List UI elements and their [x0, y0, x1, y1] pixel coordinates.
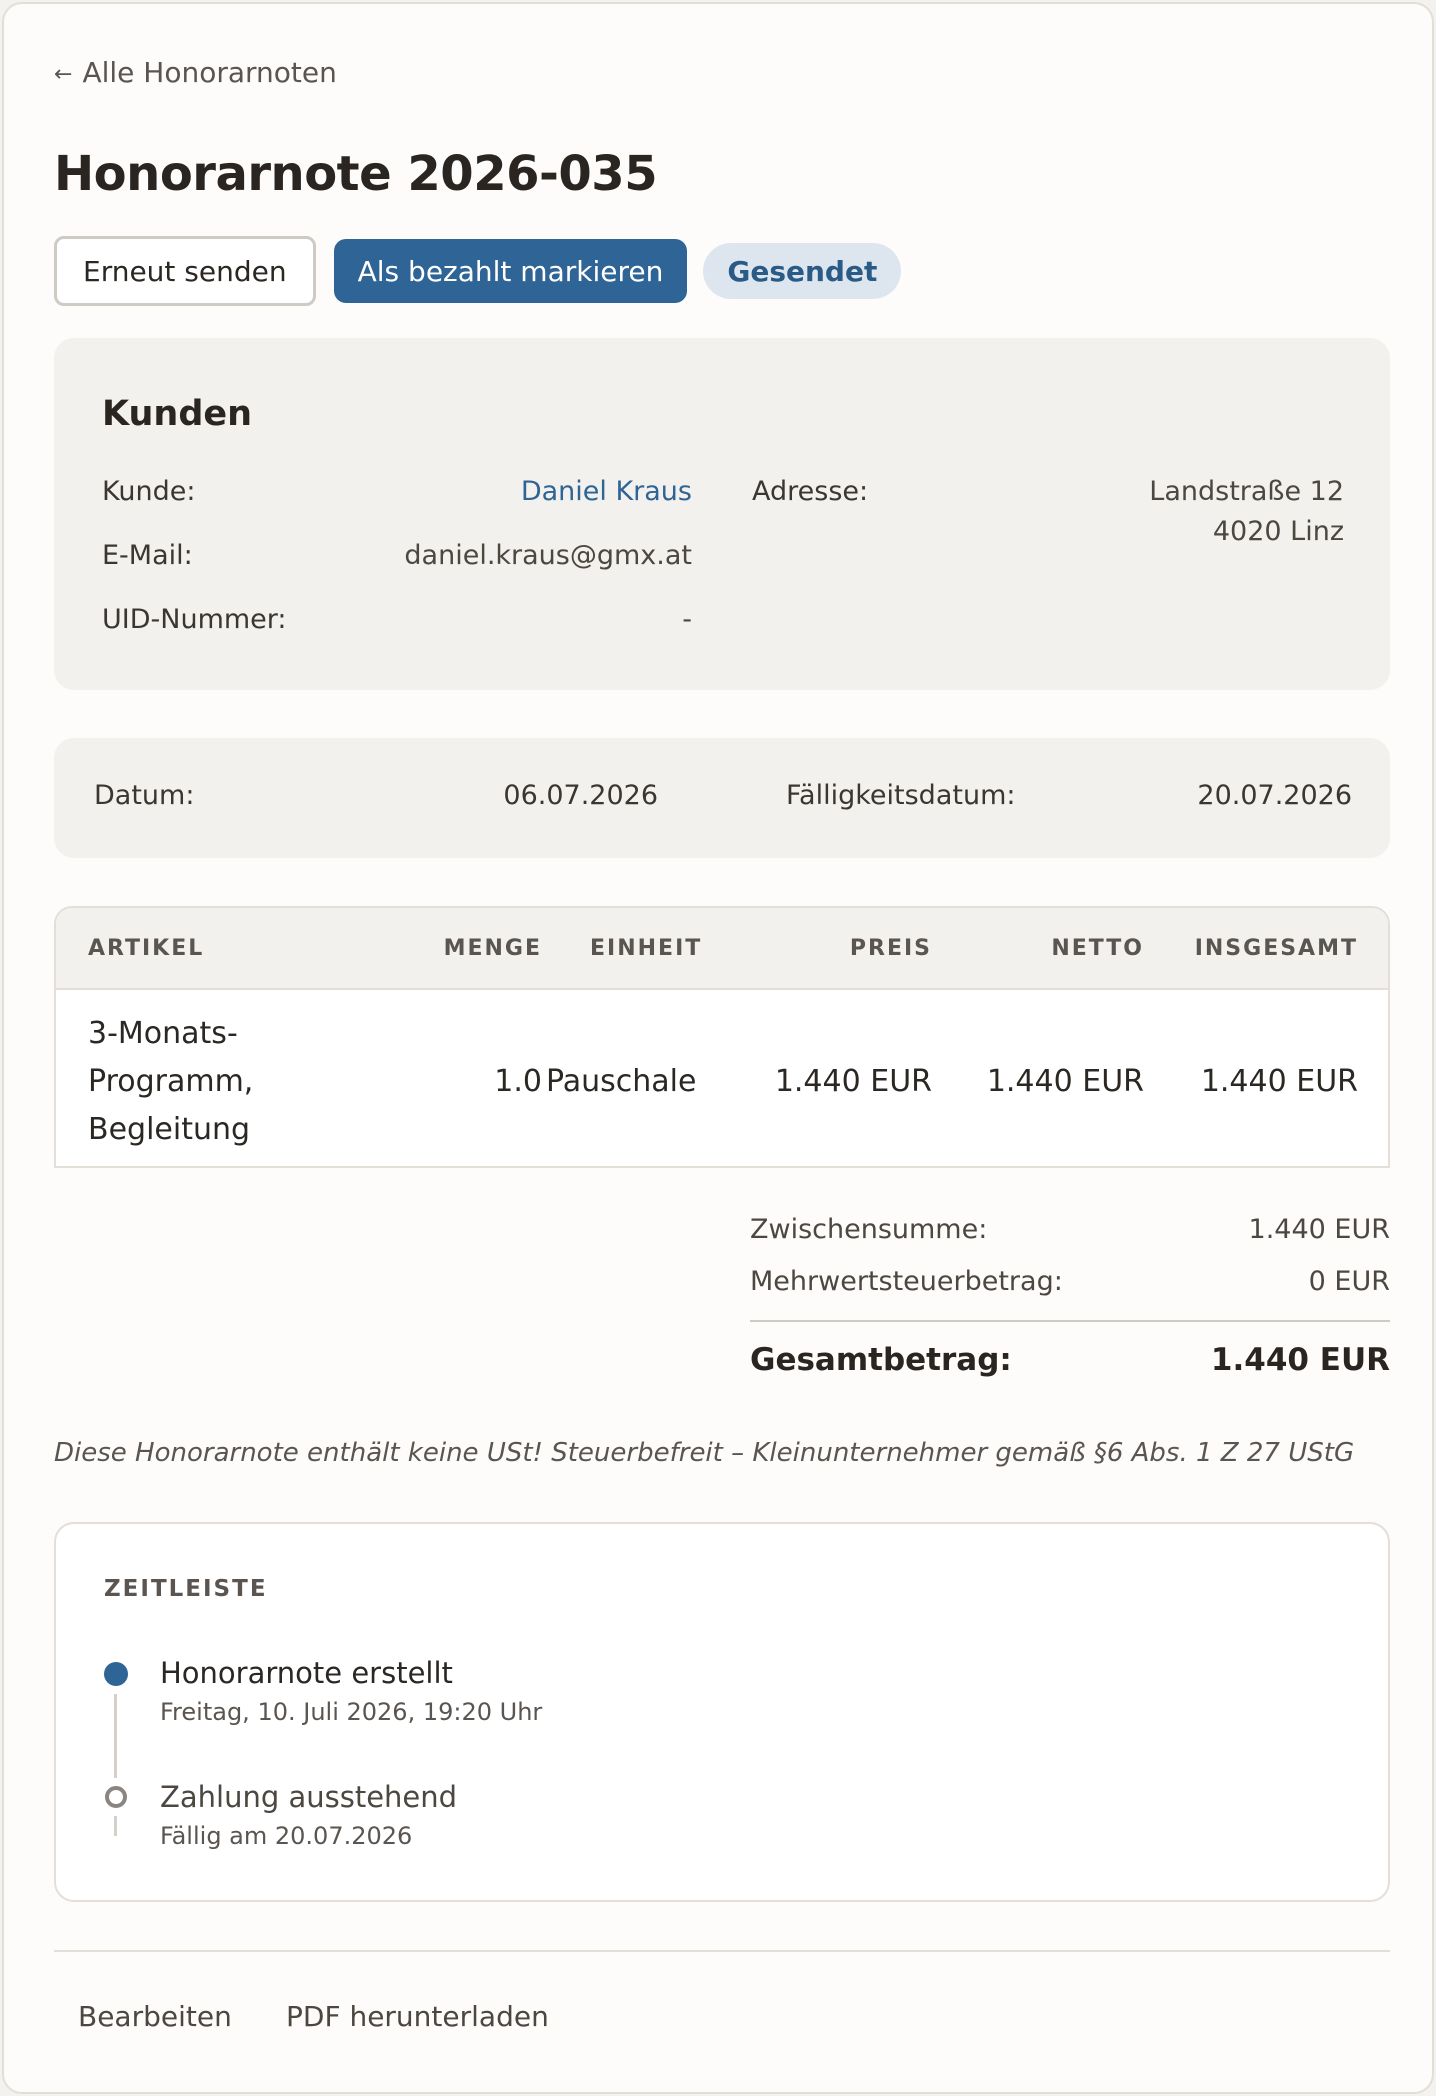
arrow-left-icon: ←: [54, 62, 73, 87]
grand-total-row: Gesamtbetrag: 1.440 EUR: [750, 1342, 1390, 1378]
tax-exemption-note: Diese Honorarnote enthält keine USt! Ste…: [54, 1438, 1355, 1468]
cell-total: 1.440 EUR: [1200, 1064, 1358, 1099]
timeline-dot-done-icon: [104, 1662, 128, 1686]
timeline-event-subtitle: Freitag, 10. Juli 2026, 19:20 Uhr: [160, 1698, 543, 1726]
back-link[interactable]: ← Alle Honorarnoten: [54, 56, 337, 89]
timeline-heading: ZEITLEISTE: [104, 1576, 268, 1602]
resend-button[interactable]: Erneut senden: [54, 236, 316, 306]
status-badge: Gesendet: [703, 243, 902, 299]
mark-paid-button[interactable]: Als bezahlt markieren: [333, 239, 688, 303]
timeline-event-title: Honorarnote erstellt: [160, 1656, 453, 1690]
footer-divider: [54, 1950, 1390, 1952]
cell-unit: Pauschale: [546, 1064, 697, 1099]
customer-address-line1: Landstraße 12: [1149, 476, 1344, 507]
subtotal-row: Zwischensumme: 1.440 EUR: [750, 1214, 1390, 1245]
cell-net: 1.440 EUR: [986, 1064, 1144, 1099]
customer-panel: Kunden Kunde: Daniel Kraus E-Mail: danie…: [54, 338, 1390, 690]
grand-total-label: Gesamtbetrag:: [750, 1342, 1012, 1378]
article-line-1: 3-Monats-: [88, 1016, 238, 1051]
timeline-event-subtitle: Fällig am 20.07.2026: [160, 1822, 413, 1850]
date-label: Datum:: [94, 780, 195, 811]
timeline-connector: [114, 1694, 117, 1778]
timeline-connector: [114, 1816, 117, 1836]
article-line-3: Begleitung: [88, 1112, 251, 1147]
subtotal-value: 1.440 EUR: [1248, 1214, 1390, 1245]
customer-email-value: daniel.kraus@gmx.at: [404, 540, 692, 571]
totals-divider: [750, 1320, 1390, 1322]
customer-heading: Kunden: [102, 394, 253, 434]
column-header-unit: EINHEIT: [590, 936, 703, 961]
customer-uid-label: UID-Nummer:: [102, 604, 287, 635]
column-header-price: PREIS: [849, 936, 932, 961]
line-items-table: ARTIKEL MENGE EINHEIT PREIS NETTO INSGES…: [54, 906, 1390, 1168]
customer-name-link[interactable]: Daniel Kraus: [521, 476, 692, 507]
invoice-card: ← Alle Honorarnoten Honorarnote 2026-035…: [2, 2, 1434, 2094]
pdf-download-link[interactable]: PDF herunterladen: [286, 2000, 549, 2033]
column-header-article: ARTIKEL: [88, 936, 205, 961]
due-date-label: Fälligkeitsdatum:: [786, 780, 1016, 811]
customer-email-label: E-Mail:: [102, 540, 193, 571]
date-value: 06.07.2026: [503, 780, 658, 811]
customer-address-line2: 4020 Linz: [1212, 516, 1344, 547]
dates-panel: Datum: 06.07.2026 Fälligkeitsdatum: 20.0…: [54, 738, 1390, 858]
page-title: Honorarnote 2026-035: [54, 146, 658, 202]
customer-uid-value: -: [682, 604, 692, 635]
column-header-total: INSGESAMT: [1194, 936, 1358, 961]
timeline-panel: ZEITLEISTE Honorarnote erstellt Freitag,…: [54, 1522, 1390, 1902]
vat-value: 0 EUR: [1308, 1266, 1390, 1297]
table-header: ARTIKEL MENGE EINHEIT PREIS NETTO INSGES…: [56, 908, 1388, 990]
timeline-event-title: Zahlung ausstehend: [160, 1780, 458, 1814]
back-link-label: Alle Honorarnoten: [82, 56, 337, 89]
article-line-2: Programm,: [88, 1064, 254, 1099]
edit-link[interactable]: Bearbeiten: [78, 2000, 232, 2033]
cell-quantity: 1.0: [494, 1064, 542, 1099]
cell-price: 1.440 EUR: [774, 1064, 932, 1099]
grand-total-value: 1.440 EUR: [1210, 1342, 1390, 1378]
table-bottom-border: [54, 1166, 1390, 1168]
column-header-quantity: MENGE: [443, 936, 542, 961]
due-date-value: 20.07.2026: [1197, 780, 1352, 811]
action-bar: Erneut senden Als bezahlt markieren Gese…: [54, 236, 902, 306]
vat-row: Mehrwertsteuerbetrag: 0 EUR: [750, 1266, 1390, 1297]
customer-name-label: Kunde:: [102, 476, 196, 507]
timeline-dot-pending-icon: [105, 1786, 127, 1808]
customer-address-label: Adresse:: [752, 476, 869, 507]
column-header-net: NETTO: [1051, 936, 1144, 961]
vat-label: Mehrwertsteuerbetrag:: [750, 1266, 1063, 1297]
subtotal-label: Zwischensumme:: [750, 1214, 988, 1245]
